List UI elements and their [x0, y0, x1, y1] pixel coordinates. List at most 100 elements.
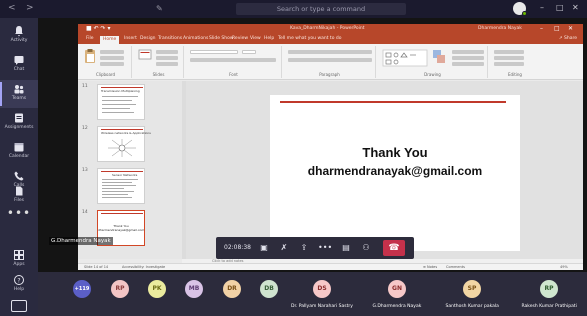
forward-button[interactable]: > [26, 3, 34, 13]
ribbon-control[interactable] [100, 56, 124, 60]
comments-toggle[interactable]: Comments [446, 265, 465, 269]
ribbon-control[interactable] [100, 50, 124, 54]
share-screen-icon[interactable]: ⇪ [298, 242, 310, 254]
tab-review[interactable]: Review [232, 36, 248, 41]
ribbon-control[interactable] [156, 50, 178, 54]
rail-item-chat[interactable]: Chat [0, 51, 38, 79]
call-timer: 02:08:38 [224, 244, 251, 251]
close-button[interactable]: ✕ [572, 3, 579, 12]
shared-screen: ■ ↶ ↷ ▾ Kava_DharmNikajah - PowerPoint D… [38, 18, 587, 272]
find-control[interactable] [494, 50, 524, 54]
pp-share-button[interactable]: ↗ Share [559, 36, 577, 41]
ribbon-group-label: Paragraph [319, 72, 340, 77]
avatar[interactable] [513, 2, 527, 16]
ribbon-group-label: Clipboard [95, 72, 116, 77]
slide-thumbnail[interactable]: Transmission Multiplexing [97, 84, 145, 120]
teams-meeting-window: < > ✎ Search or type a command – □ ✕ Act… [0, 0, 587, 316]
camera-off-icon[interactable]: ▣ [258, 242, 270, 254]
zoom-level[interactable]: 49% [560, 265, 568, 269]
pp-maximize-button[interactable]: □ [554, 25, 560, 32]
new-slide-icon[interactable] [138, 48, 152, 62]
compose-icon[interactable]: ✎ [156, 4, 163, 13]
more-apps-icon[interactable]: ••• [0, 206, 38, 220]
shape-outline-control[interactable] [452, 56, 484, 60]
apps-icon [14, 250, 24, 260]
participant-avatar[interactable]: RP [540, 280, 558, 298]
slide-heading[interactable]: Thank You [270, 145, 520, 160]
ribbon-control[interactable] [100, 62, 124, 66]
back-button[interactable]: < [8, 3, 16, 13]
participant-avatar[interactable]: PK [148, 280, 166, 298]
participant-avatar[interactable]: MB [185, 280, 203, 298]
rail-item-teams[interactable]: Teams [0, 80, 38, 108]
font-size-box[interactable] [242, 50, 256, 54]
ribbon-control[interactable] [156, 56, 178, 60]
participant-avatar[interactable]: RP [111, 280, 129, 298]
participant-avatar[interactable]: +119 [73, 280, 91, 298]
calendar-icon [14, 143, 24, 152]
slide-thumbnails-pane: 11 Transmission Multiplexing 12 Wireless… [78, 81, 182, 259]
quick-access-toolbar[interactable]: ■ ↶ ↷ ▾ [86, 25, 110, 32]
rail-item-help[interactable]: ? Help [0, 271, 38, 299]
participants-icon[interactable]: ⚇ [360, 242, 372, 254]
presence-available-icon [522, 11, 527, 16]
rail-item-calendar[interactable]: Calendar [0, 138, 38, 166]
participant-name: Santhosh Kumar pakala [445, 304, 499, 309]
alignment-controls[interactable] [288, 58, 372, 62]
ribbon-control[interactable] [156, 62, 178, 66]
shapes-gallery-icon[interactable] [382, 49, 428, 67]
font-name-box[interactable] [190, 50, 238, 54]
rail-item-apps[interactable]: Apps [0, 246, 38, 274]
more-actions-icon[interactable]: ••• [318, 242, 332, 254]
signed-in-user[interactable]: Dharmendra Nayak [478, 26, 522, 31]
participant-avatar[interactable]: DS [313, 280, 331, 298]
tell-me-search[interactable]: Tell me what you want to do [278, 36, 342, 41]
notes-toggle[interactable]: ≡ Notes [423, 265, 437, 269]
slide-thumbnail[interactable]: Wireless networks & Applications [97, 126, 151, 162]
arrange-icon[interactable] [432, 49, 446, 65]
rail-item-assignments[interactable]: Assignments [0, 109, 38, 137]
thumb-text-line [102, 100, 132, 102]
thumb-text-line [102, 112, 134, 114]
paste-icon[interactable] [84, 48, 96, 64]
participant-avatar[interactable]: GN [388, 280, 406, 298]
tab-view[interactable]: View [250, 36, 261, 41]
mic-off-icon[interactable]: ✗ [278, 242, 290, 254]
svg-text:?: ? [17, 277, 20, 284]
font-format-controls[interactable] [190, 58, 276, 62]
maximize-button[interactable]: □ [556, 3, 564, 12]
paragraph-controls[interactable] [288, 50, 372, 54]
tab-animations[interactable]: Animations [183, 36, 208, 41]
accessibility-status[interactable]: Accessibility: Investigate [122, 265, 165, 269]
participant-avatar[interactable]: DR [223, 280, 241, 298]
shape-fill-control[interactable] [452, 50, 484, 54]
current-slide[interactable]: Thank You dharmendranayak@gmail.com [270, 95, 520, 251]
slide-thumbnail[interactable]: Sensor Networks [97, 168, 145, 204]
participant-avatar[interactable]: DB [260, 280, 278, 298]
search-input[interactable]: Search or type a command [236, 3, 406, 15]
tab-slide-show[interactable]: Slide Show [209, 36, 234, 41]
ribbon-group-label: Editing [508, 72, 522, 77]
slide-counter: Slide 14 of 14 [84, 265, 109, 269]
replace-control[interactable] [494, 56, 524, 60]
tab-transitions[interactable]: Transitions [158, 36, 182, 41]
tab-home[interactable]: Home [100, 36, 120, 44]
participant-avatar[interactable]: SP [463, 280, 481, 298]
rail-item-activity[interactable]: Activity [0, 22, 38, 50]
minimize-button[interactable]: – [540, 3, 544, 12]
tab-file[interactable]: File [86, 36, 94, 41]
shape-effects-control[interactable] [452, 62, 484, 66]
thumb-text-line [102, 185, 136, 187]
thumb-text-line [102, 104, 136, 106]
tab-insert[interactable]: Insert [124, 36, 137, 41]
tab-design[interactable]: Design [140, 36, 156, 41]
pp-minimize-button[interactable]: – [540, 25, 543, 32]
device-icon[interactable] [11, 300, 27, 312]
pp-close-button[interactable]: ✕ [568, 25, 573, 32]
hang-up-button[interactable]: ☎ [383, 240, 405, 256]
thumb-title: Sensor Networks [112, 173, 138, 177]
slide-email[interactable]: dharmendranayak@gmail.com [270, 164, 520, 178]
select-control[interactable] [494, 62, 524, 66]
chat-toggle-icon[interactable]: ▤ [340, 242, 352, 254]
tab-help[interactable]: Help [264, 36, 274, 41]
